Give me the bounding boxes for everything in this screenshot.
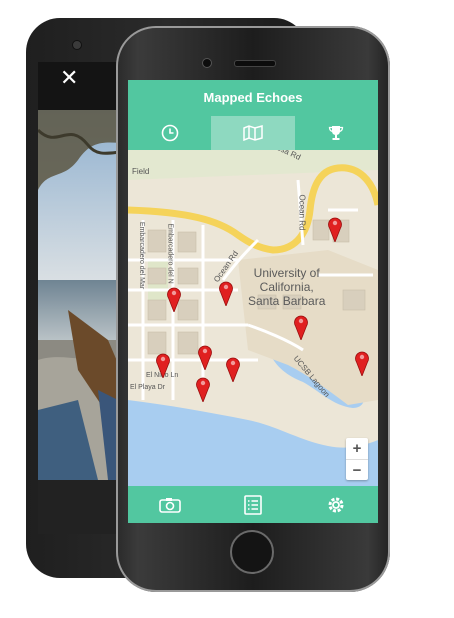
map-label-field: Field <box>132 167 150 176</box>
map-pin[interactable] <box>218 280 234 306</box>
home-button[interactable] <box>230 530 274 574</box>
front-camera <box>202 58 212 68</box>
map-pin[interactable] <box>197 344 213 370</box>
app-screen: Mapped Echoes Field esa Rd Ocean Rd Ocea… <box>128 80 378 523</box>
map-base <box>128 150 378 486</box>
list-icon <box>244 494 262 515</box>
tab-history[interactable] <box>128 116 211 150</box>
campus-label-line2: California, <box>259 280 314 294</box>
tab-leaderboard[interactable] <box>295 116 378 150</box>
trophy-icon <box>329 126 344 140</box>
front-camera-dot <box>72 40 82 50</box>
tab-bar <box>128 116 378 150</box>
map-pin[interactable] <box>166 286 182 312</box>
map-label-embarcadero-norte: Embarcadero del N <box>166 223 174 284</box>
tab-map[interactable] <box>211 116 295 150</box>
nav-camera[interactable] <box>128 486 211 523</box>
zoom-out-button[interactable]: − <box>346 460 368 481</box>
map-pin[interactable] <box>155 352 171 378</box>
camera-icon <box>158 497 181 513</box>
map-pin[interactable] <box>327 216 343 242</box>
nav-list[interactable] <box>211 486 294 523</box>
map-icon <box>243 125 263 141</box>
map-label-ocean-rd-right: Ocean Rd <box>297 194 307 231</box>
zoom-in-button[interactable]: + <box>346 438 368 459</box>
zoom-control: + − <box>346 438 368 480</box>
earpiece <box>234 60 276 67</box>
map-pin[interactable] <box>225 356 241 382</box>
app-title: Mapped Echoes <box>128 80 378 116</box>
close-icon[interactable]: ✕ <box>60 68 78 90</box>
clock-icon <box>161 124 178 142</box>
map-pin[interactable] <box>293 314 309 340</box>
nav-settings[interactable] <box>295 486 378 523</box>
bottom-nav <box>128 486 378 523</box>
front-phone: Mapped Echoes Field esa Rd Ocean Rd Ocea… <box>116 26 390 592</box>
map-label-el-playa: El Playa Dr <box>130 384 166 391</box>
campus-label: University of California, Santa Barbara <box>248 266 325 308</box>
map-label-embarcadero-mar: Embarcadero del Mar <box>138 221 146 290</box>
map-view[interactable]: Field esa Rd Ocean Rd Ocean Rd Embarcade… <box>128 150 378 486</box>
campus-label-line3: Santa Barbara <box>248 294 326 308</box>
gear-icon <box>328 497 344 512</box>
map-pin[interactable] <box>354 350 370 376</box>
map-pin[interactable] <box>195 376 211 402</box>
campus-label-line1: University of <box>253 266 320 280</box>
